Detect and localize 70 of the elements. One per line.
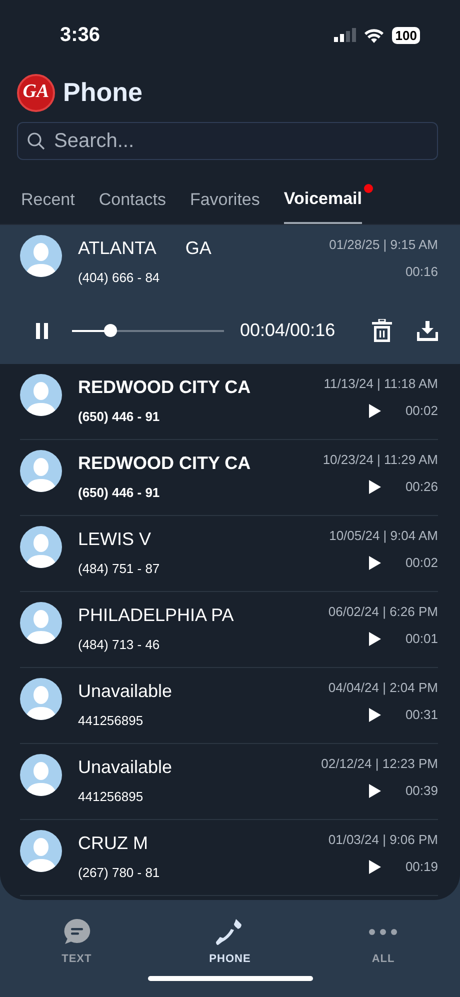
all-icon: [368, 928, 398, 936]
phone-number: 441256895: [78, 712, 144, 730]
battery-indicator: 100: [392, 26, 420, 44]
search-icon: [27, 132, 45, 150]
tab[interactable]: Contacts: [98, 186, 166, 224]
nav-tab[interactable]: PHONE: [190, 916, 270, 968]
phone-number: 441256895: [78, 788, 144, 806]
phone-number: (650) 446 - 91: [78, 408, 161, 426]
phone-number: (650) 446 - 91: [78, 484, 161, 502]
phone-number: (404) 666 - 84: [78, 268, 161, 287]
phone-number: (484) 713 - 46: [78, 636, 161, 654]
app-title: Phone: [63, 76, 142, 109]
avatar-icon: [20, 526, 62, 568]
caller-name: LEWIS V: [78, 528, 152, 550]
play-button[interactable]: [369, 404, 382, 418]
duration: 00:16: [405, 263, 438, 281]
phone-icon: [216, 918, 244, 946]
avatar-icon: [20, 678, 62, 720]
date-time: 06/02/24 | 6:26 PM: [328, 602, 438, 621]
duration: 00:26: [405, 478, 438, 496]
duration: 00:39: [405, 782, 438, 800]
tab[interactable]: Recent: [21, 186, 75, 224]
caller-name: REDWOOD CITY CA: [78, 452, 252, 474]
duration: 00:02: [405, 402, 438, 420]
duration: 00:02: [405, 554, 438, 572]
signal-icon: [334, 28, 356, 42]
play-button[interactable]: [369, 708, 382, 722]
caller-name: PHILADELPHIA PA: [78, 604, 235, 626]
date-time: 10/23/24 | 11:29 AM: [322, 450, 438, 469]
caller-name: REDWOOD CITY CA: [78, 376, 252, 398]
date-time: 04/04/24 | 2:04 PM: [328, 678, 438, 697]
play-button[interactable]: [369, 784, 382, 798]
caller-name: Unavailable: [78, 680, 174, 702]
avatar-icon: [20, 374, 62, 416]
slider-thumb[interactable]: [104, 324, 117, 337]
tab[interactable]: Favorites: [190, 186, 260, 224]
pause-button[interactable]: [36, 322, 48, 338]
phone-number: (484) 751 - 87: [78, 560, 161, 578]
wifi-icon: [364, 28, 384, 42]
duration: 00:31: [405, 706, 438, 724]
date-time: 01/03/24 | 9:06 PM: [328, 830, 438, 849]
avatar-icon: [20, 234, 62, 276]
play-button[interactable]: [369, 632, 382, 646]
duration: 00:19: [405, 858, 438, 876]
caller-name: CRUZ M: [78, 832, 149, 854]
play-button[interactable]: [369, 860, 382, 874]
avatar-icon: [20, 830, 62, 872]
playback-time: 00:04/00:16: [240, 319, 336, 342]
delete-button[interactable]: [371, 319, 393, 342]
status-time: 3:36: [60, 23, 100, 48]
avatar-icon: [20, 602, 62, 644]
seek-slider[interactable]: [72, 324, 224, 337]
play-button[interactable]: [369, 480, 382, 494]
duration: 00:01: [405, 630, 438, 648]
nav-tab[interactable]: TEXT: [36, 916, 117, 968]
download-button[interactable]: [417, 320, 438, 340]
play-button[interactable]: [369, 556, 382, 570]
phone-number: (267) 780 - 81: [78, 864, 161, 882]
date-time: 10/05/24 | 9:04 AM: [329, 526, 438, 545]
date-time: 02/12/24 | 12:23 PM: [321, 754, 438, 773]
avatar-icon: [20, 754, 62, 796]
avatar-icon: [20, 450, 62, 492]
search-field[interactable]: Search...: [17, 122, 438, 160]
nav-tab[interactable]: ALL: [343, 916, 424, 968]
text-icon: [62, 918, 91, 946]
logo: GA: [17, 74, 55, 112]
date-time: 01/28/25 | 9:15 AM: [329, 236, 438, 254]
caller-name: ATLANTA GA: [78, 236, 212, 260]
caller-name: Unavailable: [78, 756, 174, 778]
date-time: 11/13/24 | 11:18 AM: [324, 374, 438, 393]
